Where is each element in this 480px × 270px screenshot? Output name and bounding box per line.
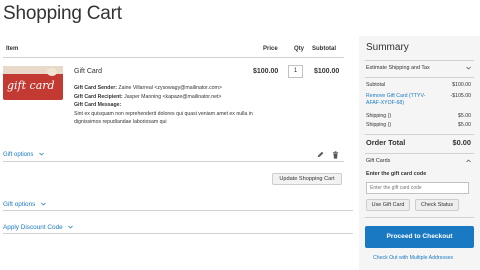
remove-gift-card-link[interactable]: Remove Gift Card (TTYV-AFAF-XYOF-68) [366, 93, 436, 107]
page-title: Shopping Cart [3, 3, 122, 24]
discount-section[interactable]: Apply Discount Code [3, 220, 353, 234]
check-status-button[interactable]: Check Status [415, 199, 459, 211]
thumbnail-bow [47, 68, 57, 76]
summary-shipping-row: Shipping () $5.00 [366, 113, 471, 119]
header-price: Price [263, 46, 278, 52]
order-total-label: Order Total [366, 138, 406, 147]
trash-icon[interactable] [332, 151, 339, 159]
header-qty: Qty [294, 46, 305, 52]
gift-options-section[interactable]: Gift options [3, 197, 353, 211]
thumbnail-text: gift card [7, 79, 55, 92]
chevron-down-icon [41, 202, 46, 206]
product-subtotal: $100.00 [314, 68, 340, 75]
product-thumbnail[interactable]: gift card [3, 66, 63, 100]
item-gift-options-label: Gift options [3, 152, 34, 158]
quantity-input[interactable]: 1 [288, 65, 303, 78]
item-actions-row: Gift options [3, 148, 344, 162]
subtotal-label: Subtotal [366, 82, 386, 88]
message-value: Sint ex quisquam non reprehenderit dolor… [74, 110, 253, 126]
message-label: Gift Card Message: [74, 102, 122, 109]
summary-subtotal-row: Subtotal $100.00 [366, 82, 471, 88]
use-gift-card-button[interactable]: Use Gift Card [366, 199, 410, 211]
item-gift-options-link[interactable]: Gift options [3, 152, 44, 158]
chevron-down-icon [39, 152, 44, 156]
header-item: Item [6, 46, 19, 52]
gift-code-input[interactable] [366, 182, 469, 194]
update-cart-button[interactable]: Update Shopping Cart [272, 173, 342, 185]
product-price: $100.00 [253, 68, 279, 75]
product-name[interactable]: Gift Card [74, 68, 102, 75]
gift-cards-title[interactable]: Gift Cards [366, 158, 390, 164]
sender-label: Gift Card Sender: [74, 85, 117, 91]
summary-shipping-row-2: Shipping () $5.00 [366, 122, 471, 128]
order-total-row: Order Total $0.00 [366, 138, 471, 147]
sender-row: Gift Card Sender: Zaine Villarreal <zyso… [74, 84, 264, 93]
shipping-label: Shipping () [366, 113, 392, 119]
summary-giftcard-row: Remove Gift Card (TTYV-AFAF-XYOF-68) -$1… [366, 93, 471, 107]
divider [365, 60, 474, 61]
estimate-shipping-toggle[interactable]: Estimate Shipping and Tax [366, 65, 430, 71]
gift-options-section-link[interactable]: Gift options [3, 201, 46, 208]
discount-section-label: Apply Discount Code [3, 224, 63, 231]
divider [365, 134, 474, 135]
divider [365, 217, 474, 218]
proceed-to-checkout-button[interactable]: Proceed to Checkout [365, 226, 474, 248]
recipient-row: Gift Card Recipient: Jasper Manning <kap… [74, 93, 264, 102]
chevron-up-icon[interactable] [466, 159, 471, 163]
multiple-addresses-link[interactable]: Check Out with Multiple Addresses [373, 255, 453, 261]
remove-gift-card-value: -$105.00 [450, 93, 471, 99]
gift-options-section-label: Gift options [3, 201, 36, 208]
chevron-down-icon [68, 225, 74, 229]
chevron-down-icon[interactable] [466, 66, 471, 70]
discount-section-link[interactable]: Apply Discount Code [3, 224, 74, 231]
message-row: Gift Card Message: [74, 101, 264, 110]
recipient-label: Gift Card Recipient: [74, 93, 123, 100]
gift-code-label: Enter the gift card code [366, 171, 427, 177]
header-subtotal: Subtotal [312, 46, 336, 52]
pencil-icon[interactable] [317, 151, 324, 158]
cart-table-header: Item Price Qty Subtotal [3, 44, 344, 58]
divider [365, 77, 474, 78]
order-total-value: $0.00 [452, 138, 472, 147]
shipping-value: $5.00 [458, 113, 471, 119]
sender-value: Zaine Villarreal <zysowagy@mailinator.co… [118, 85, 222, 91]
shipping-label-2: Shipping () [366, 122, 392, 128]
order-summary: Summary Estimate Shipping and Tax Subtot… [359, 36, 480, 270]
divider [365, 153, 474, 154]
gift-card-options: Gift Card Sender: Zaine Villarreal <zyso… [74, 84, 264, 127]
subtotal-value: $100.00 [452, 82, 471, 88]
shipping-value-2: $5.00 [458, 122, 471, 128]
cart-table: Item Price Qty Subtotal gift card Gift C… [3, 44, 344, 185]
summary-title: Summary [366, 42, 409, 53]
recipient-value: Jasper Manning <kapaze@mailinator.net> [124, 93, 222, 100]
